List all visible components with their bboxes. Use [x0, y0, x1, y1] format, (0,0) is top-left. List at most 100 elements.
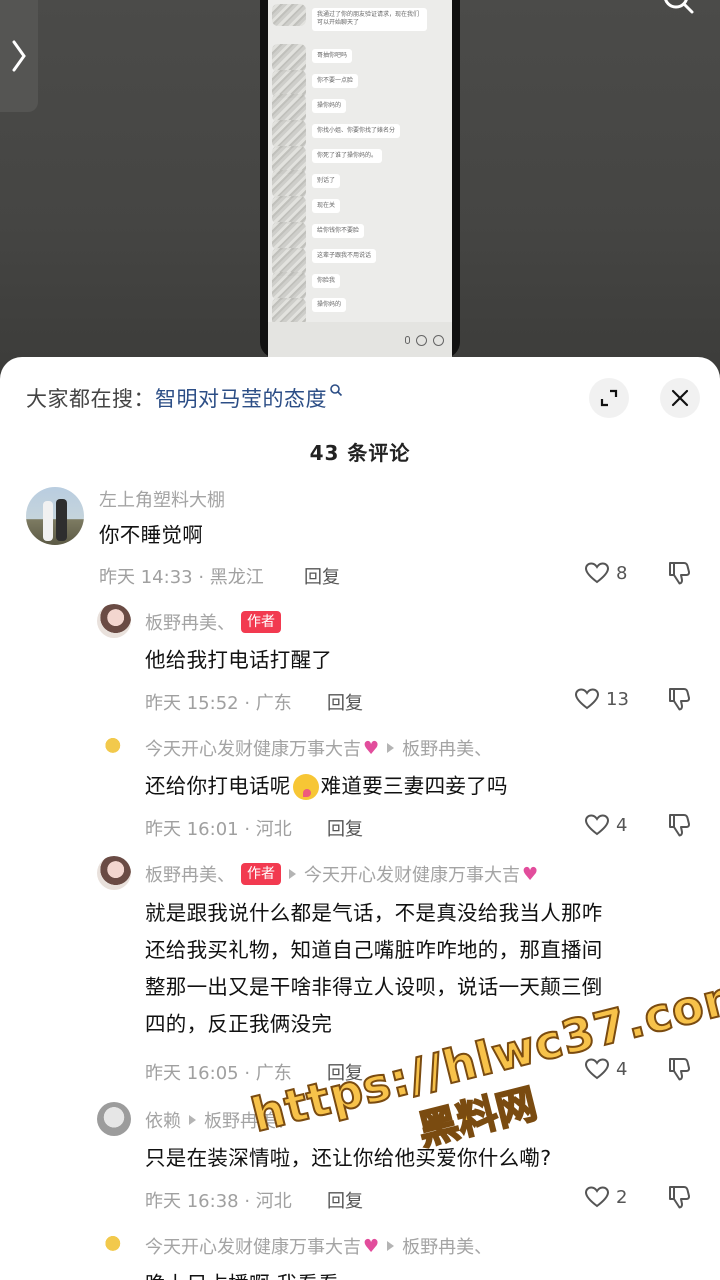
- comment-text-part: 难道要三妻四妾了吗: [320, 774, 508, 798]
- like-count: 8: [616, 562, 628, 584]
- like-button[interactable]: 2: [584, 1185, 627, 1209]
- close-button[interactable]: [660, 378, 700, 418]
- comment-username[interactable]: 左上角塑料大棚: [99, 486, 225, 512]
- like-button[interactable]: 13: [574, 687, 629, 711]
- comment-text-line: 就是跟我说什么都是气话，不是真没给我当人那咋: [145, 901, 603, 925]
- comment-item: 左上角塑料大棚 你不睡觉啊 昨天 14:33 · 黑龙江 回复 8: [0, 484, 720, 594]
- emoji-icon: [416, 334, 427, 346]
- like-count: 4: [616, 814, 628, 836]
- comment-text: 晚上只占播啊 我看看: [145, 1266, 339, 1280]
- chat-bubble: 你不要一点脸: [312, 74, 359, 89]
- like-count: 13: [606, 688, 629, 710]
- plus-icon: [433, 334, 444, 346]
- reply-to-username[interactable]: 板野冉美、: [402, 735, 492, 761]
- comment-item: 今天开心发财健康万事大吉 ♥ 板野冉美、 还给你打电话呢 难道要三妻四妾了吗 昨天…: [0, 729, 720, 851]
- dislike-button[interactable]: [666, 560, 692, 590]
- reply-button[interactable]: 回复: [304, 563, 340, 589]
- chat-bubble: 这辈子跟我不用说话: [312, 249, 377, 264]
- like-button[interactable]: 4: [584, 813, 627, 837]
- comment-meta: 昨天 16:01 · 河北: [145, 819, 292, 840]
- chat-bubble: 哥抽你吧吗: [312, 49, 353, 64]
- heart-emoji-icon: ♥: [363, 737, 380, 759]
- avatar[interactable]: [26, 487, 84, 545]
- chat-bubble: 我通过了你的朋友验证请求，现在我们可以开始聊天了: [312, 8, 427, 31]
- reply-to-username[interactable]: 今天开心发财健康万事大吉: [304, 861, 520, 887]
- comment-count: 43 条评论: [309, 441, 411, 465]
- heart-outline-icon: [584, 562, 610, 584]
- heart-outline-icon: [584, 814, 610, 836]
- chat-bubble: 操你妈的: [312, 298, 347, 313]
- avatar[interactable]: [100, 731, 132, 763]
- avatar[interactable]: [97, 604, 131, 638]
- reply-button[interactable]: 回复: [327, 689, 363, 715]
- heart-outline-icon: [574, 688, 600, 710]
- comment-username[interactable]: 板野冉美、 作者: [145, 609, 281, 635]
- comment-text: 他给我打电话打醒了: [145, 648, 333, 672]
- avatar[interactable]: [97, 856, 131, 890]
- chat-input-bar: [268, 322, 452, 358]
- microphone-icon: [405, 336, 410, 344]
- comment-item: 今天开心发财健康万事大吉 ♥ 板野冉美、 晚上只占播啊 我看看: [0, 1227, 720, 1280]
- comment-text-part: 还给你打电话呢: [145, 774, 291, 798]
- comment-username[interactable]: 今天开心发财健康万事大吉 ♥ 板野冉美、: [145, 1233, 492, 1259]
- heart-emoji-icon: ♥: [363, 1235, 380, 1257]
- dislike-button[interactable]: [666, 1184, 692, 1214]
- chat-bubble: 别话了: [312, 174, 341, 189]
- username-text[interactable]: 板野冉美、: [145, 861, 235, 887]
- expand-button[interactable]: [589, 378, 629, 418]
- comment-text: 你不睡觉啊: [99, 523, 203, 547]
- dislike-button[interactable]: [666, 686, 692, 716]
- heart-outline-icon: [584, 1186, 610, 1208]
- author-badge: 作者: [241, 611, 281, 633]
- expand-icon: [600, 389, 618, 407]
- close-icon: [671, 389, 689, 407]
- thumbs-down-icon: [669, 562, 691, 585]
- comment-item: 板野冉美、 作者 他给我打电话打醒了 昨天 15:52 · 广东 回复 13: [0, 603, 720, 723]
- chat-bubble: 你找小姐、你要你找了婊名分: [312, 124, 401, 139]
- thumbs-down-icon: [669, 814, 691, 837]
- avatar[interactable]: [100, 1229, 132, 1261]
- comment-username[interactable]: 今天开心发财健康万事大吉 ♥ 板野冉美、: [145, 735, 492, 761]
- tongue-emoji-icon: [292, 774, 319, 800]
- chat-bubble: 你脸我: [312, 274, 341, 289]
- username-text[interactable]: 今天开心发财健康万事大吉: [145, 1233, 361, 1259]
- thumbs-down-icon: [669, 688, 691, 711]
- sheet-header: 大家都在搜：智明对马莹的态度: [0, 357, 720, 437]
- comment-meta: 昨天 16:38 · 河北: [145, 1191, 292, 1212]
- reply-to-username[interactable]: 板野冉美、: [402, 1233, 492, 1259]
- comment-text: 还给你打电话呢 难道要三妻四妾了吗: [145, 768, 508, 805]
- chat-bubble: 你死了谁了操你妈的。: [312, 149, 383, 164]
- username-text[interactable]: 依赖: [145, 1107, 181, 1133]
- dislike-button[interactable]: [666, 812, 692, 842]
- search-icon[interactable]: [658, 0, 702, 26]
- chevron-right-icon: [12, 40, 26, 72]
- like-button[interactable]: 8: [584, 561, 627, 585]
- comment-username[interactable]: 板野冉美、 作者 今天开心发财健康万事大吉 ♥: [145, 861, 538, 887]
- username-text[interactable]: 左上角塑料大棚: [99, 486, 225, 512]
- username-text[interactable]: 板野冉美、: [145, 609, 235, 635]
- reply-arrow-icon: [387, 1241, 395, 1251]
- chat-screenshot: 我通过了你的朋友验证请求，现在我们可以开始聊天了 哥抽你吧吗 你不要一点脸 操你…: [268, 0, 452, 358]
- chat-bubble: 操你妈的: [312, 99, 347, 114]
- trending-search-prefix: 大家都在搜：: [26, 387, 155, 411]
- author-badge: 作者: [241, 863, 281, 885]
- trending-search[interactable]: 大家都在搜：智明对马莹的态度: [26, 383, 343, 413]
- trending-search-topic[interactable]: 智明对马莹的态度: [155, 387, 327, 411]
- comment-meta: 昨天 16:05 · 广东: [145, 1063, 292, 1084]
- heart-emoji-icon: ♥: [522, 863, 539, 885]
- reply-arrow-icon: [289, 869, 296, 879]
- like-count: 2: [616, 1186, 628, 1208]
- reply-arrow-icon: [189, 1115, 196, 1125]
- collapse-tab[interactable]: [0, 0, 38, 112]
- reply-arrow-icon: [387, 743, 395, 753]
- chat-bubble: 现在关: [312, 199, 341, 214]
- video-area[interactable]: 我通过了你的朋友验证请求，现在我们可以开始聊天了 哥抽你吧吗 你不要一点脸 操你…: [0, 0, 720, 375]
- comment-meta: 昨天 15:52 · 广东: [145, 693, 292, 714]
- chat-bubble: 给你钱你不要脸: [312, 224, 365, 239]
- comment-text-line: 还给我买礼物，知道自己嘴脏咋咋地的，那直播间: [145, 938, 603, 962]
- phone-photo: 我通过了你的朋友验证请求，现在我们可以开始聊天了 哥抽你吧吗 你不要一点脸 操你…: [260, 0, 460, 358]
- avatar[interactable]: [97, 1102, 131, 1136]
- username-text[interactable]: 今天开心发财健康万事大吉: [145, 735, 361, 761]
- comment-meta: 昨天 14:33 · 黑龙江: [99, 567, 264, 588]
- reply-button[interactable]: 回复: [327, 815, 363, 841]
